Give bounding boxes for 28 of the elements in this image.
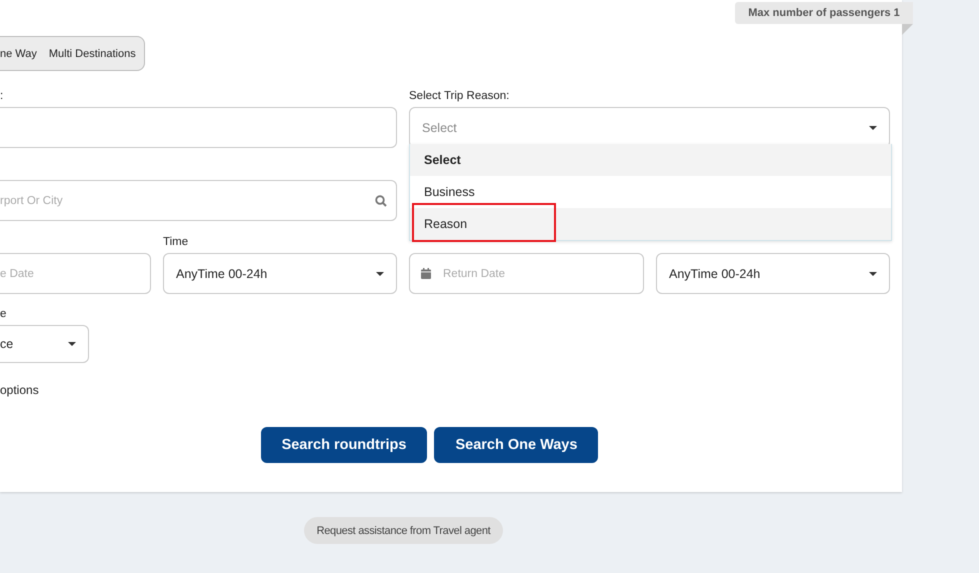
assistance-button[interactable]: Request assistance from Travel agent [304,517,504,544]
date-field[interactable]: e Date [0,253,151,294]
dropdown-option[interactable]: Business [410,176,891,208]
input-field[interactable] [0,107,397,148]
options-link[interactable]: options [0,383,39,397]
caret-icon [68,342,76,346]
select-field[interactable]: AnyTime 00-24h [656,253,890,294]
dropdown-option[interactable]: Reason [410,208,891,240]
dropdown-option[interactable]: Select [410,144,891,176]
ribbon-fold-icon [902,24,913,35]
caret-icon [869,272,877,276]
trip-type-option[interactable]: Multi Destinations [48,48,136,60]
search-button[interactable]: Search roundtrips [260,427,428,463]
search-field[interactable]: rport Or City [0,180,397,221]
select-field[interactable]: AnyTime 00-24h [163,253,397,294]
date-field[interactable]: Return Date [409,253,644,294]
calendar-icon [421,268,431,279]
field-label: : [0,89,4,103]
field-label: e [0,307,8,321]
trip-type-option[interactable]: ne Way [0,48,37,60]
caret-icon [376,272,384,276]
caret-icon [869,126,877,130]
passenger-limit-badge: Max number of passengers 1 [735,2,913,24]
search-icon [375,195,387,207]
field-label: Time [163,235,190,249]
search-button[interactable]: Search One Ways [434,427,598,463]
select-field[interactable]: ce [0,325,89,363]
field-label: Select Trip Reason: [409,89,510,103]
